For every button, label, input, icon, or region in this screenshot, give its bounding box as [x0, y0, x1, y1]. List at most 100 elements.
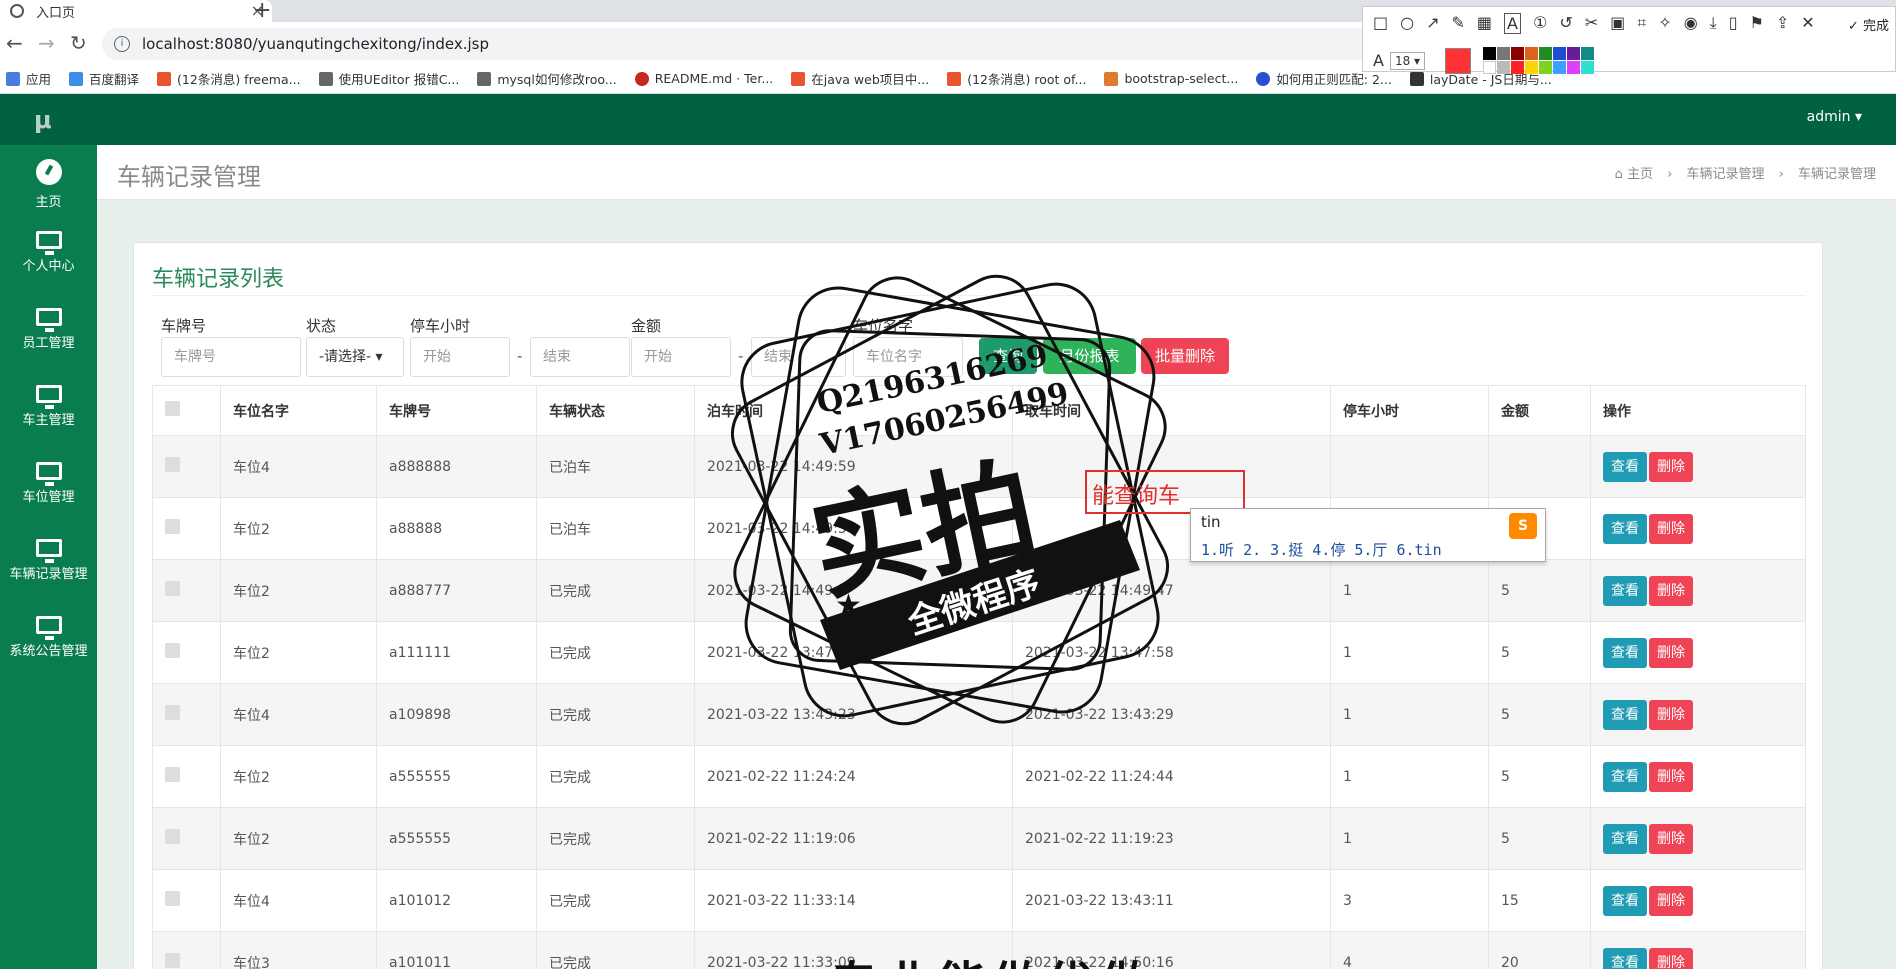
bookmark-item[interactable]: 在java web项目中...	[791, 69, 929, 88]
row-checkbox[interactable]	[165, 767, 180, 782]
arrow-tool-icon[interactable]: ↗	[1426, 13, 1439, 34]
sidebar-item-notices[interactable]: 系统公告管理	[0, 616, 97, 659]
sidebar-item-staff[interactable]: 员工管理	[0, 308, 97, 351]
row-checkbox[interactable]	[165, 457, 180, 472]
record-icon[interactable]: ◉	[1684, 13, 1698, 34]
hours-start-input[interactable]: 开始	[410, 337, 510, 377]
bookmark-icon[interactable]: ⚑	[1750, 13, 1764, 34]
view-button[interactable]: 查看	[1603, 761, 1647, 792]
delete-button[interactable]: 删除	[1649, 699, 1693, 730]
back-icon[interactable]: ←	[6, 31, 23, 55]
status-select[interactable]: -请选择- ▾	[306, 337, 404, 377]
col-hours[interactable]: 停车小时	[1330, 385, 1489, 436]
view-button[interactable]: 查看	[1603, 823, 1647, 854]
color-palette[interactable]	[1483, 47, 1595, 74]
sidebar-item-vehicle-records[interactable]: 车辆记录管理	[0, 539, 97, 582]
cell-pickup-time: 2021-03-22 13:47:58	[1012, 621, 1331, 684]
delete-button[interactable]: 删除	[1649, 761, 1693, 792]
delete-button[interactable]: 删除	[1649, 637, 1693, 668]
bookmark-item[interactable]: bootstrap-select...	[1104, 71, 1238, 86]
delete-button[interactable]: 删除	[1649, 947, 1693, 969]
phone-icon[interactable]: ▯	[1729, 13, 1738, 34]
view-button[interactable]: 查看	[1603, 513, 1647, 544]
download-icon[interactable]: ⤓	[1710, 13, 1717, 34]
undo-icon[interactable]: ↺	[1559, 13, 1572, 34]
rectangle-tool-icon[interactable]: □	[1373, 13, 1388, 34]
cell-park-time: 2021-03-22 13:47:5	[694, 621, 1013, 684]
app-logo[interactable]: μ	[34, 106, 52, 134]
sidebar-item-spaces[interactable]: 车位管理	[0, 462, 97, 505]
row-checkbox[interactable]	[165, 581, 180, 596]
breadcrumb-level1[interactable]: 车辆记录管理	[1686, 167, 1764, 182]
delete-button[interactable]: 删除	[1649, 575, 1693, 606]
bookmark-item[interactable]: mysql如何修改roo...	[477, 69, 617, 88]
hours-end-input[interactable]: 结束	[530, 337, 630, 377]
pin-icon[interactable]: ✂	[1585, 13, 1598, 34]
translate-tool-icon[interactable]: ⌗	[1637, 13, 1646, 34]
row-checkbox[interactable]	[165, 891, 180, 906]
magic-icon[interactable]: ✧	[1658, 13, 1671, 34]
col-park-time[interactable]: 泊车时间	[694, 385, 1013, 436]
browser-tab[interactable]: 入口页 ×	[0, 0, 272, 22]
sidebar-item-profile[interactable]: 个人中心	[0, 231, 97, 274]
sidebar-item-owners[interactable]: 车主管理	[0, 385, 97, 428]
number-tool-icon[interactable]: ①	[1533, 13, 1547, 34]
font-size-select[interactable]: 18 ▾	[1389, 51, 1426, 70]
bookmark-item[interactable]: 百度翻译	[69, 69, 139, 88]
ocr-icon[interactable]: ▣	[1610, 13, 1625, 34]
bookmark-item[interactable]: 应用	[6, 69, 51, 88]
view-button[interactable]: 查看	[1603, 699, 1647, 730]
bookmark-item[interactable]: README.md · Ter...	[634, 71, 773, 86]
breadcrumb-home[interactable]: 主页	[1627, 167, 1653, 182]
view-button[interactable]: 查看	[1603, 637, 1647, 668]
done-button[interactable]: ✓ 完成	[1848, 15, 1889, 34]
cell-status: 已完成	[536, 621, 695, 684]
new-tab-button[interactable]: +	[253, 0, 271, 23]
col-status[interactable]: 车辆状态	[536, 385, 695, 436]
mosaic-tool-icon[interactable]: ▦	[1477, 13, 1492, 34]
bookmark-item[interactable]: (12条消息) freema...	[157, 69, 301, 88]
cell-space-name: 车位4	[220, 683, 377, 746]
amount-start-input[interactable]: 开始	[631, 337, 731, 377]
cell-amount: 5	[1488, 807, 1591, 870]
cell-space-name: 车位2	[220, 621, 377, 684]
row-checkbox[interactable]	[165, 519, 180, 534]
search-button[interactable]: 查询	[979, 338, 1037, 374]
forward-icon[interactable]: →	[38, 31, 55, 55]
col-plate[interactable]: 车牌号	[376, 385, 537, 436]
delete-button[interactable]: 删除	[1649, 451, 1693, 482]
plate-input[interactable]: 车牌号	[161, 337, 301, 377]
delete-button[interactable]: 删除	[1649, 513, 1693, 544]
row-checkbox[interactable]	[165, 829, 180, 844]
select-all-checkbox[interactable]	[165, 401, 180, 416]
amount-end-input[interactable]: 结束	[751, 337, 846, 377]
monthly-report-button[interactable]: 月份报表	[1043, 338, 1136, 374]
text-tool-icon[interactable]: A	[1504, 13, 1521, 34]
view-button[interactable]: 查看	[1603, 947, 1647, 969]
row-checkbox[interactable]	[165, 953, 180, 968]
ellipse-tool-icon[interactable]: ○	[1400, 13, 1414, 34]
col-amount[interactable]: 金额	[1488, 385, 1591, 436]
view-button[interactable]: 查看	[1603, 885, 1647, 916]
user-menu[interactable]: admin ▾	[1807, 109, 1862, 125]
delete-button[interactable]: 删除	[1649, 823, 1693, 854]
batch-delete-button[interactable]: 批量删除	[1141, 338, 1229, 374]
bookmark-item[interactable]: 使用UEditor 报错C...	[318, 69, 459, 88]
reload-icon[interactable]: ↻	[70, 31, 87, 55]
row-checkbox[interactable]	[165, 705, 180, 720]
row-checkbox[interactable]	[165, 643, 180, 658]
info-icon[interactable]: i	[114, 36, 130, 52]
share-icon[interactable]: ⇪	[1776, 13, 1789, 34]
pen-tool-icon[interactable]: ✎	[1452, 13, 1465, 34]
space-name-input[interactable]: 车位名字	[853, 337, 963, 377]
sidebar-item-home[interactable]: 主页	[0, 159, 97, 210]
close-icon[interactable]: ✕	[1801, 13, 1814, 34]
col-space-name[interactable]: 车位名字	[220, 385, 377, 436]
view-button[interactable]: 查看	[1603, 575, 1647, 606]
col-pickup-time[interactable]: 取车时间	[1012, 385, 1331, 436]
delete-button[interactable]: 删除	[1649, 885, 1693, 916]
bookmark-item[interactable]: (12条消息) root of...	[947, 69, 1086, 88]
current-color-swatch[interactable]	[1445, 47, 1472, 74]
view-button[interactable]: 查看	[1603, 451, 1647, 482]
ime-candidates[interactable]: 1.听 2. 3.挺 4.停 5.厅 6.tin	[1201, 539, 1442, 560]
